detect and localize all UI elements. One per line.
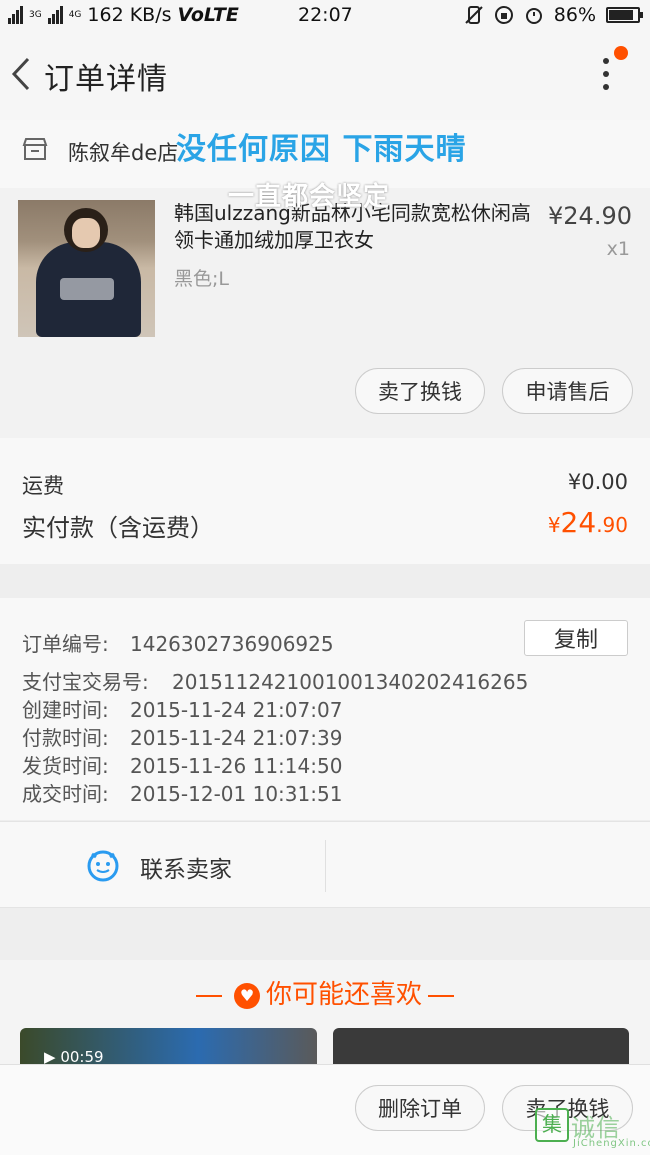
order-number-row: 订单编号: 1426302736906925 [22,628,334,657]
recommend-section: ♥ 你可能还喜欢 ▶ 00:59 [0,960,650,1078]
paid-currency: ¥ [547,513,561,537]
shipping-label: 运费 [22,474,64,498]
shipped-time-value: 2015-11-26 11:14:50 [130,754,343,778]
product-price: ¥24.90 [548,202,632,230]
paid-time-row: 付款时间: 2015-11-24 21:07:39 [22,722,342,751]
alarm-icon [525,8,542,24]
delete-order-button[interactable]: 删除订单 [355,1085,485,1131]
battery-percent: 86% [553,4,596,26]
network-label-4g: 4G [68,10,82,20]
fee-section: 运费 ¥0.00 实付款（含运费） ¥24.90 [0,438,650,564]
product-thumbnail[interactable] [18,200,155,337]
overlay-text-2: 一直都会坚定 [228,182,391,212]
contact-seller-label: 联系卖家 [140,857,232,883]
paid-amount: ¥24.90 [548,506,628,539]
paid-label: 实付款（含运费） [22,514,214,542]
nav-header: 订单详情 [0,32,650,120]
divider [325,840,326,892]
sell-for-cash-button[interactable]: 卖了换钱 [355,368,485,414]
network-speed: 162 KB/s [87,4,172,26]
product-spec: 黑色;L [174,268,229,290]
paid-integer: 24 [560,506,597,539]
shipped-time-label: 发货时间: [22,754,109,778]
product-card[interactable]: 韩国ulzzang新品林小宅同款宽松休闲高领卡通加绒加厚卫衣女 黑色;L ¥24… [0,188,650,438]
notification-dot [614,46,628,60]
watermark-logo: 集 诚信 JiChengXin.com [535,1108,650,1152]
copy-button[interactable]: 复制 [524,620,628,656]
battery-icon [606,7,643,23]
status-bar: 3G 4G 162 KB/s VoLTE 22:07 86% [0,0,650,32]
overlay-text-1: 没任何原因 下雨天晴 [176,132,467,167]
heart-icon: ♥ [233,982,260,1009]
clock: 22:07 [298,4,353,26]
done-time-label: 成交时间: [22,782,109,806]
order-number-label: 订单编号: [22,632,109,656]
vibrate-icon [465,6,483,24]
page-title: 订单详情 [44,62,168,97]
paid-time-value: 2015-11-24 21:07:39 [130,726,343,750]
order-number-value: 1426302736906925 [130,632,334,656]
volte-label: VoLTE [177,4,239,26]
shipping-value: ¥0.00 [567,470,628,494]
order-info-section: 订单编号: 1426302736906925 复制 支付宝交易号: 20151124… [0,598,650,820]
shop-name: 陈叙牟de店 [68,141,179,165]
signal-icon-2 [47,6,63,24]
alipay-number-value: 2015112421001001340202416265 [172,670,529,694]
recommend-title-text: 你可能还喜欢 [265,980,422,1010]
product-quantity: x1 [606,238,630,260]
back-arrow-icon[interactable] [10,56,32,92]
alipay-number-row: 支付宝交易号: 2015112421001001340202416265 [22,666,528,695]
signal-icon [8,6,23,24]
recommend-title: ♥ 你可能还喜欢 [0,974,650,1011]
paid-decimal: .90 [596,513,628,537]
shop-icon [22,138,48,160]
more-menu-icon[interactable] [596,46,628,98]
network-label-3g: 3G [29,10,42,20]
contact-seller-row[interactable]: 联系卖家 [0,821,650,908]
paid-time-label: 付款时间: [22,726,109,750]
after-sales-button[interactable]: 申请售后 [502,368,633,414]
chat-face-icon [87,850,119,882]
rotation-lock-icon [494,6,513,24]
created-time-value: 2015-11-24 21:07:07 [130,698,343,722]
created-time-row: 创建时间: 2015-11-24 21:07:07 [22,694,342,723]
shipped-time-row: 发货时间: 2015-11-26 11:14:50 [22,750,342,779]
done-time-row: 成交时间: 2015-12-01 10:31:51 [22,778,342,807]
created-time-label: 创建时间: [22,698,109,722]
done-time-value: 2015-12-01 10:31:51 [130,782,343,806]
alipay-number-label: 支付宝交易号: [22,670,149,694]
